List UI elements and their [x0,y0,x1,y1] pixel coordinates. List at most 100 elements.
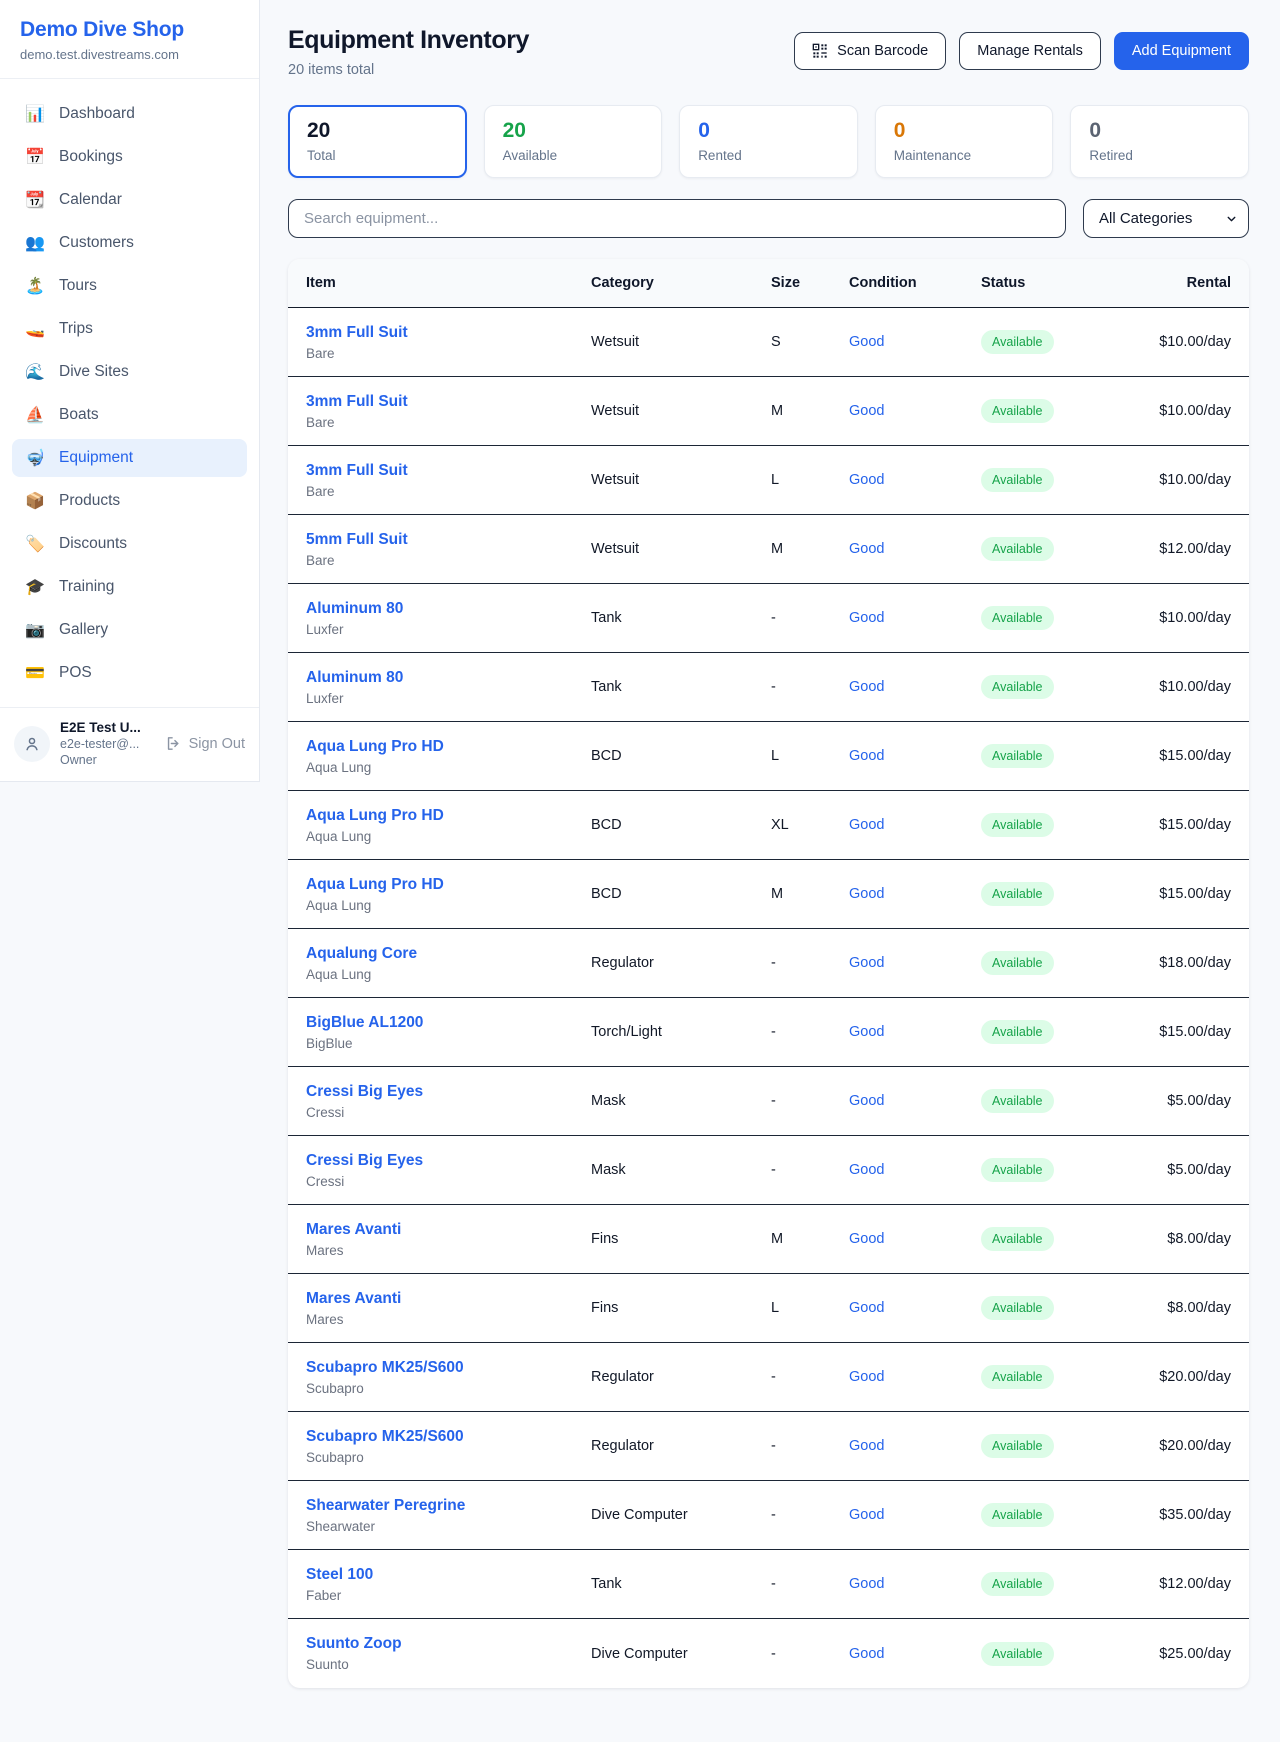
sidebar-item-pos[interactable]: 💳 POS [12,654,247,692]
sidebar-item-customers[interactable]: 👥 Customers [12,224,247,262]
scan-barcode-button[interactable]: Scan Barcode [794,32,946,70]
shop-header: Demo Dive Shop demo.test.divestreams.com [0,0,259,79]
item-name-link[interactable]: Aluminum 80 [306,600,591,618]
item-name-link[interactable]: Cressi Big Eyes [306,1083,591,1101]
status-badge: Available [981,537,1054,561]
sidebar-item-label: Tours [59,277,97,295]
item-name-link[interactable]: Shearwater Peregrine [306,1497,591,1515]
condition-link[interactable]: Good [849,541,884,557]
item-name-link[interactable]: 5mm Full Suit [306,531,591,549]
status-badge: Available [981,1020,1054,1044]
condition-link[interactable]: Good [849,1162,884,1178]
status-badge: Available [981,1642,1054,1666]
item-name-link[interactable]: BigBlue AL1200 [306,1014,591,1032]
sidebar-item-products[interactable]: 📦 Products [12,482,247,520]
item-size: - [771,1093,849,1109]
table-row: Aqua Lung Pro HD Aqua Lung BCD L Good Av… [288,722,1249,791]
sign-out-label: Sign Out [189,736,245,752]
condition-link[interactable]: Good [849,1576,884,1592]
condition-link[interactable]: Good [849,1507,884,1523]
condition-link[interactable]: Good [849,817,884,833]
item-category: Regulator [591,1369,771,1385]
item-category: Wetsuit [591,334,771,350]
sidebar-item-dive-sites[interactable]: 🌊 Dive Sites [12,353,247,391]
condition-link[interactable]: Good [849,610,884,626]
item-brand: Luxfer [306,622,591,637]
rental-rate: $35.00/day [1159,1507,1231,1523]
item-brand: BigBlue [306,1036,591,1051]
item-name-link[interactable]: Aqua Lung Pro HD [306,807,591,825]
item-category: Torch/Light [591,1024,771,1040]
item-name-link[interactable]: Aluminum 80 [306,669,591,687]
sidebar-item-bookings[interactable]: 📅 Bookings [12,138,247,176]
main-content: Equipment Inventory 20 items total [260,0,1280,1716]
condition-link[interactable]: Good [849,748,884,764]
item-brand: Faber [306,1588,591,1603]
user-email: e2e-tester@... [60,737,141,751]
sidebar-item-label: Boats [59,406,99,424]
item-brand: Bare [306,346,591,361]
status-badge: Available [981,1158,1054,1182]
stat-value: 0 [894,119,1035,143]
condition-link[interactable]: Good [849,1369,884,1385]
item-name-link[interactable]: 3mm Full Suit [306,462,591,480]
sidebar-item-boats[interactable]: ⛵ Boats [12,396,247,434]
item-name-link[interactable]: Aqua Lung Pro HD [306,738,591,756]
rental-rate: $5.00/day [1167,1093,1231,1109]
shop-name[interactable]: Demo Dive Shop [20,18,239,42]
condition-link[interactable]: Good [849,679,884,695]
sign-out-button[interactable]: Sign Out [165,735,245,752]
stat-card-rented[interactable]: 0 Rented [679,105,858,178]
condition-link[interactable]: Good [849,334,884,350]
condition-link[interactable]: Good [849,1300,884,1316]
stat-card-available[interactable]: 20 Available [484,105,663,178]
category-select[interactable]: All Categories [1083,199,1249,238]
condition-link[interactable]: Good [849,1646,884,1662]
item-size: S [771,334,849,350]
condition-link[interactable]: Good [849,472,884,488]
item-name-link[interactable]: Mares Avanti [306,1221,591,1239]
item-name-link[interactable]: Suunto Zoop [306,1635,591,1653]
search-input[interactable] [288,199,1066,238]
sidebar-item-dashboard[interactable]: 📊 Dashboard [12,95,247,133]
stat-card-total[interactable]: 20 Total [288,105,467,178]
item-name-link[interactable]: Scubapro MK25/S600 [306,1428,591,1446]
sidebar-item-equipment[interactable]: 🤿 Equipment [12,439,247,477]
dive-sites-icon: 🌊 [24,362,46,382]
condition-link[interactable]: Good [849,886,884,902]
rental-rate: $15.00/day [1159,748,1231,764]
item-brand: Aqua Lung [306,829,591,844]
item-name-link[interactable]: Steel 100 [306,1566,591,1584]
item-name-link[interactable]: Aqua Lung Pro HD [306,876,591,894]
condition-link[interactable]: Good [849,955,884,971]
condition-link[interactable]: Good [849,403,884,419]
sidebar-item-gallery[interactable]: 📷 Gallery [12,611,247,649]
item-name-link[interactable]: 3mm Full Suit [306,324,591,342]
status-badge: Available [981,1365,1054,1389]
item-name-link[interactable]: 3mm Full Suit [306,393,591,411]
sidebar-item-discounts[interactable]: 🏷️ Discounts [12,525,247,563]
table-row: Aqualung Core Aqua Lung Regulator - Good… [288,929,1249,998]
stat-card-maintenance[interactable]: 0 Maintenance [875,105,1054,178]
condition-link[interactable]: Good [849,1093,884,1109]
manage-rentals-button[interactable]: Manage Rentals [959,32,1101,70]
condition-link[interactable]: Good [849,1024,884,1040]
stat-card-retired[interactable]: 0 Retired [1070,105,1249,178]
item-brand: Mares [306,1312,591,1327]
rental-rate: $20.00/day [1159,1369,1231,1385]
add-equipment-button[interactable]: Add Equipment [1114,32,1249,70]
sidebar-item-training[interactable]: 🎓 Training [12,568,247,606]
item-brand: Bare [306,484,591,499]
item-brand: Bare [306,553,591,568]
item-name-link[interactable]: Aqualung Core [306,945,591,963]
item-name-link[interactable]: Cressi Big Eyes [306,1152,591,1170]
sidebar-item-calendar[interactable]: 📆 Calendar [12,181,247,219]
condition-link[interactable]: Good [849,1231,884,1247]
item-name-link[interactable]: Mares Avanti [306,1290,591,1308]
sidebar-item-trips[interactable]: 🚤 Trips [12,310,247,348]
rental-rate: $10.00/day [1159,334,1231,350]
condition-link[interactable]: Good [849,1438,884,1454]
item-name-link[interactable]: Scubapro MK25/S600 [306,1359,591,1377]
sidebar-item-label: POS [59,664,92,682]
sidebar-item-tours[interactable]: 🏝️ Tours [12,267,247,305]
